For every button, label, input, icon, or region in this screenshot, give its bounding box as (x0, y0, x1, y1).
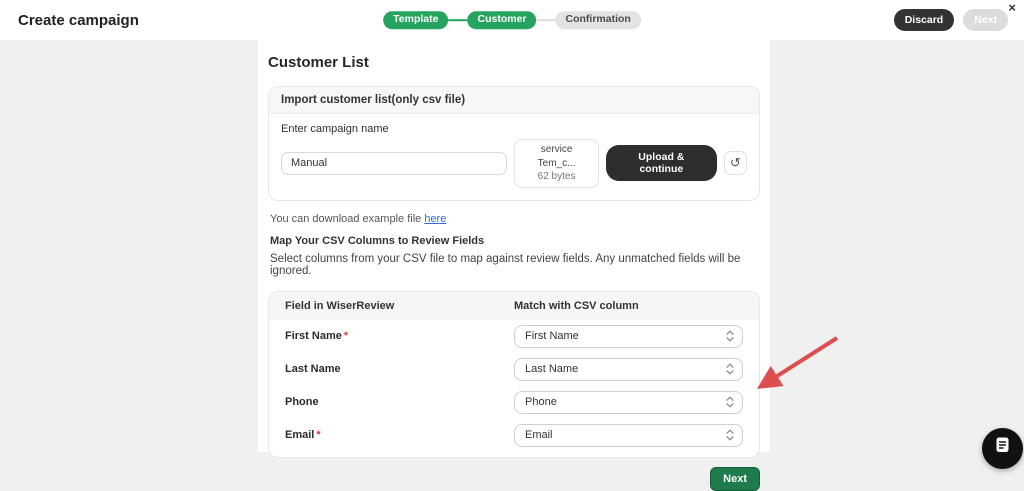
field-label-first-name: First Name* (285, 330, 514, 342)
field-label-last-name: Last Name (285, 363, 514, 375)
field-label-email: Email* (285, 429, 514, 441)
field-text: Phone (285, 396, 319, 408)
topbar: Create campaign Template Customer Confir… (0, 0, 1024, 40)
select-chevrons-icon (726, 396, 734, 408)
select-chevrons-icon (726, 429, 734, 441)
reset-upload-button[interactable]: ↺ (724, 151, 747, 175)
mapping-heading: Map Your CSV Columns to Review Fields (270, 235, 760, 247)
stepper-connector-2 (537, 19, 556, 21)
step-confirmation[interactable]: Confirmation (556, 11, 641, 29)
discard-button[interactable]: Discard (894, 9, 955, 31)
step-template[interactable]: Template (383, 11, 448, 29)
select-value: Email (525, 429, 553, 441)
field-label-phone: Phone (285, 396, 514, 408)
required-mark: * (344, 330, 348, 342)
column-header-field: Field in WiserReview (285, 300, 514, 312)
document-chat-icon (994, 436, 1011, 455)
campaign-name-label: Enter campaign name (281, 123, 747, 135)
header-next-button[interactable]: Next (963, 9, 1008, 31)
csv-column-select-first-name[interactable]: First Name (514, 325, 743, 348)
import-card: Import customer list(only csv file) Ente… (268, 86, 760, 201)
mapping-card: Field in WiserReview Match with CSV colu… (268, 291, 760, 458)
mapping-description: Select columns from your CSV file to map… (270, 253, 760, 277)
select-value: First Name (525, 330, 579, 342)
stepper-connector-1 (448, 19, 467, 21)
column-header-csv: Match with CSV column (514, 300, 743, 312)
select-value: Last Name (525, 363, 578, 375)
select-chevrons-icon (726, 363, 734, 375)
import-card-body: Enter campaign name service Tem_c... 62 … (269, 114, 759, 200)
mapping-row-phone: Phone Phone (269, 386, 759, 419)
page-header-title: Create campaign (0, 12, 139, 29)
undo-icon: ↺ (730, 155, 741, 171)
csv-column-select-phone[interactable]: Phone (514, 391, 743, 414)
next-button[interactable]: Next (710, 467, 760, 491)
select-chevrons-icon (726, 330, 734, 342)
csv-column-select-email[interactable]: Email (514, 424, 743, 447)
campaign-name-input[interactable] (281, 152, 507, 175)
file-name: service Tem_c... (523, 143, 590, 170)
import-card-title: Import customer list(only csv file) (269, 87, 759, 114)
next-row: Next (268, 467, 760, 491)
required-mark: * (316, 429, 320, 441)
field-text: Last Name (285, 363, 341, 375)
mapping-row-first-name: First Name* First Name (269, 320, 759, 353)
select-value: Phone (525, 396, 557, 408)
step-customer[interactable]: Customer (467, 11, 536, 29)
csv-column-select-last-name[interactable]: Last Name (514, 358, 743, 381)
example-file-line: You can download example file here (270, 213, 760, 225)
example-file-link[interactable]: here (424, 213, 446, 225)
topbar-actions: Discard Next (894, 9, 1024, 31)
file-size: 62 bytes (523, 170, 590, 184)
file-chip[interactable]: service Tem_c... 62 bytes (514, 139, 599, 188)
page-title: Customer List (268, 54, 760, 71)
example-file-text: You can download example file (270, 213, 424, 225)
mapping-row-email: Email* Email (269, 419, 759, 457)
field-text: First Name (285, 330, 342, 342)
close-icon[interactable]: × (1008, 1, 1016, 14)
mapping-row-last-name: Last Name Last Name (269, 353, 759, 386)
main-panel: Customer List Import customer list(only … (258, 40, 770, 452)
mapping-table-header: Field in WiserReview Match with CSV colu… (269, 292, 759, 320)
upload-continue-button[interactable]: Upload & continue (606, 145, 716, 181)
stepper: Template Customer Confirmation (383, 11, 641, 29)
field-text: Email (285, 429, 314, 441)
upload-row: service Tem_c... 62 bytes Upload & conti… (281, 139, 747, 188)
chat-widget-button[interactable] (982, 428, 1023, 469)
